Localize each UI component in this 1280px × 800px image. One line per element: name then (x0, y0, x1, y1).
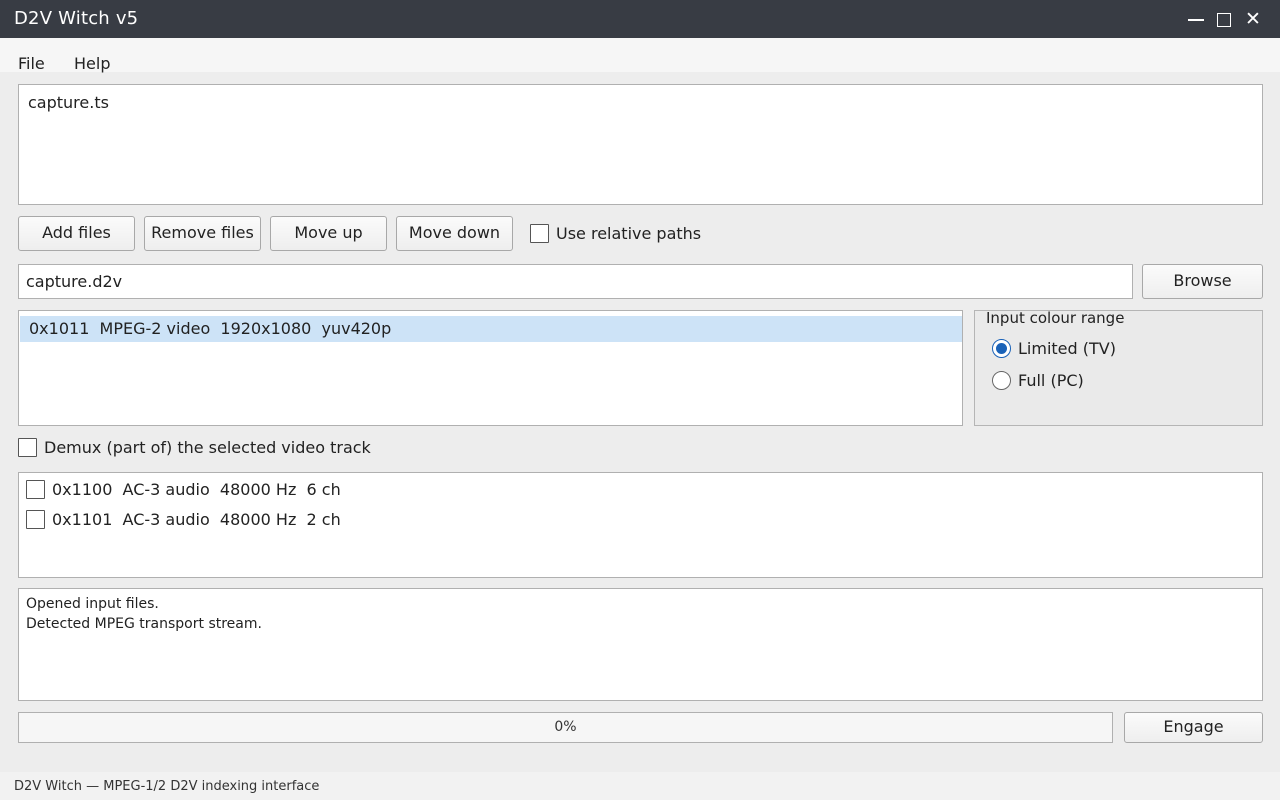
video-track-label: 0x1011 MPEG-2 video 1920x1080 yuv420p (29, 319, 392, 338)
menu-file[interactable]: File (18, 54, 45, 73)
window-title: D2V Witch v5 (14, 8, 139, 29)
audio-track-checkbox[interactable] (26, 480, 45, 499)
log-output[interactable]: Opened input files. Detected MPEG transp… (18, 588, 1263, 701)
browse-button[interactable]: Browse (1142, 264, 1263, 299)
log-line: Detected MPEG transport stream. (26, 616, 262, 632)
full-pc-label: Full (PC) (1018, 371, 1084, 390)
engage-button[interactable]: Engage (1124, 712, 1263, 743)
audio-track-label: 0x1101 AC-3 audio 48000 Hz 2 ch (52, 510, 341, 529)
colour-range-group: Input colour range Limited (TV) Full (PC… (974, 309, 1263, 426)
output-path-value: capture.d2v (26, 272, 123, 291)
video-tracks-list[interactable]: 0x1011 MPEG-2 video 1920x1080 yuv420p (18, 310, 963, 426)
status-bar: D2V Witch — MPEG-1/2 D2V indexing interf… (0, 772, 1280, 800)
list-item[interactable]: capture.ts (28, 93, 109, 112)
title-bar: D2V Witch v5 ✕ (0, 0, 1280, 38)
relative-paths-label: Use relative paths (556, 224, 702, 243)
audio-track-checkbox[interactable] (26, 510, 45, 529)
colour-range-title: Input colour range (986, 309, 1125, 327)
log-line: Opened input files. (26, 596, 159, 612)
close-icon[interactable]: ✕ (1245, 8, 1261, 30)
menu-help[interactable]: Help (74, 54, 110, 73)
output-path-field[interactable]: capture.d2v (18, 264, 1133, 299)
menu-bar: File Help (0, 38, 1280, 73)
move-up-button[interactable]: Move up (270, 216, 387, 251)
progress-bar: 0% (18, 712, 1113, 743)
progress-text: 0% (554, 719, 577, 735)
table-row[interactable]: 0x1011 MPEG-2 video 1920x1080 yuv420p (20, 316, 962, 342)
remove-files-button[interactable]: Remove files (144, 216, 261, 251)
limited-tv-label: Limited (TV) (1018, 339, 1116, 358)
move-down-button[interactable]: Move down (396, 216, 513, 251)
demux-video-label: Demux (part of) the selected video track (44, 438, 371, 457)
status-text: D2V Witch — MPEG-1/2 D2V indexing interf… (14, 779, 320, 794)
add-files-button[interactable]: Add files (18, 216, 135, 251)
audio-track-label: 0x1100 AC-3 audio 48000 Hz 6 ch (52, 480, 341, 499)
demux-video-checkbox[interactable] (18, 438, 37, 457)
relative-paths-checkbox[interactable] (530, 224, 549, 243)
maximize-icon[interactable] (1217, 13, 1231, 27)
audio-tracks-list[interactable]: 0x1100 AC-3 audio 48000 Hz 6 ch 0x1101 A… (18, 472, 1263, 578)
full-pc-radio[interactable] (992, 371, 1011, 390)
limited-tv-radio[interactable] (992, 339, 1011, 358)
input-files-list[interactable]: capture.ts (18, 84, 1263, 205)
